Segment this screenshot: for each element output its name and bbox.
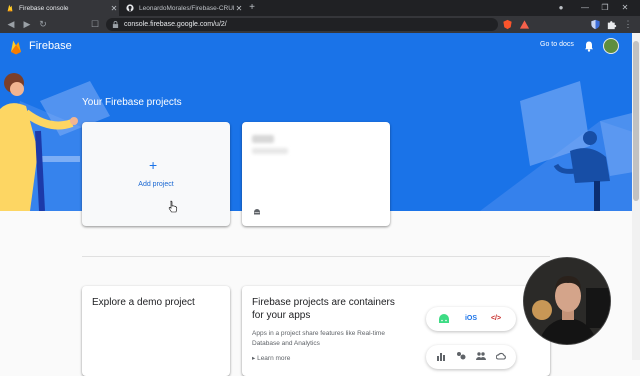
- section-divider: [82, 256, 550, 257]
- minimize-icon[interactable]: —: [576, 0, 594, 16]
- features-pill: [426, 345, 516, 369]
- new-tab-button[interactable]: +: [246, 1, 258, 15]
- android-platform-icon: [439, 314, 449, 323]
- close-tab-icon[interactable]: ✕: [234, 4, 244, 13]
- profile-icon[interactable]: ●: [552, 0, 570, 16]
- webcam-person-image: [524, 258, 610, 344]
- browser-toolbar: ◀ ▶ ↻ ☐ console.firebase.google.com/u/2/…: [0, 16, 640, 33]
- project-id-blurred: [252, 148, 288, 154]
- firebase-brand[interactable]: Firebase: [29, 40, 72, 52]
- info-title: Firebase projects are containers for you…: [252, 297, 395, 321]
- notifications-bell-icon[interactable]: [583, 40, 595, 52]
- lock-icon: [112, 21, 119, 28]
- account-avatar[interactable]: [603, 38, 619, 54]
- tab-github[interactable]: LeonardoMorales/Firebase-CRUD-Jetp ✕: [120, 0, 244, 16]
- brave-rewards-icon[interactable]: [519, 19, 530, 30]
- browser-menu-icon[interactable]: ⋮: [622, 17, 634, 32]
- firebase-header: Firebase Go to docs: [0, 33, 640, 61]
- learn-more-label: Learn more: [257, 355, 291, 362]
- restore-icon[interactable]: ❐: [596, 0, 614, 16]
- brave-shield-icon[interactable]: [502, 19, 513, 30]
- add-project-card[interactable]: + Add project: [82, 122, 230, 226]
- add-project-plus-icon: +: [149, 157, 158, 173]
- project-name-blurred: [252, 135, 274, 143]
- explore-demo-card[interactable]: Explore a demo project: [82, 286, 230, 376]
- bookmark-icon[interactable]: ☐: [88, 17, 102, 32]
- address-bar[interactable]: console.firebase.google.com/u/2/: [106, 18, 498, 31]
- project-card[interactable]: [242, 122, 390, 226]
- firebase-logo-icon[interactable]: [10, 39, 22, 55]
- webcam-overlay: [523, 257, 611, 345]
- browser-tab-strip: Firebase console ✕ LeonardoMorales/Fireb…: [0, 0, 640, 16]
- projects-heading: Your Firebase projects: [82, 97, 182, 108]
- close-tab-icon[interactable]: ✕: [109, 4, 119, 13]
- hand-cursor-icon: [168, 200, 178, 213]
- back-icon[interactable]: ◀: [4, 17, 18, 32]
- page-scrollbar[interactable]: [632, 33, 640, 360]
- tab-label: Firebase console: [19, 4, 69, 12]
- android-icon: [254, 209, 260, 215]
- web-platform-icon: </>: [490, 315, 502, 322]
- firebase-favicon-icon: [7, 4, 13, 12]
- tab-label: LeonardoMorales/Firebase-CRUD-Jetp: [139, 4, 234, 12]
- forward-icon[interactable]: ▶: [20, 17, 34, 32]
- ios-platform-icon: iOS: [464, 315, 478, 322]
- close-window-icon[interactable]: ✕: [616, 0, 634, 16]
- platform-pill: iOS </>: [426, 307, 516, 331]
- puzzle-extensions-icon[interactable]: [606, 19, 617, 30]
- scrollbar-thumb[interactable]: [633, 41, 639, 201]
- shield-extension-icon[interactable]: [590, 19, 601, 30]
- tab-firebase-console[interactable]: Firebase console ✕: [0, 0, 119, 16]
- url-text: console.firebase.google.com/u/2/: [124, 21, 227, 28]
- reload-icon[interactable]: ↻: [36, 17, 50, 32]
- learn-more-link[interactable]: ▸ Learn more: [252, 354, 290, 362]
- explore-demo-title: Explore a demo project: [92, 297, 195, 308]
- info-description: Apps in a project share features like Re…: [252, 330, 385, 347]
- github-favicon-icon: [126, 4, 134, 12]
- add-project-label: Add project: [138, 181, 174, 188]
- go-to-docs-link[interactable]: Go to docs: [540, 41, 574, 48]
